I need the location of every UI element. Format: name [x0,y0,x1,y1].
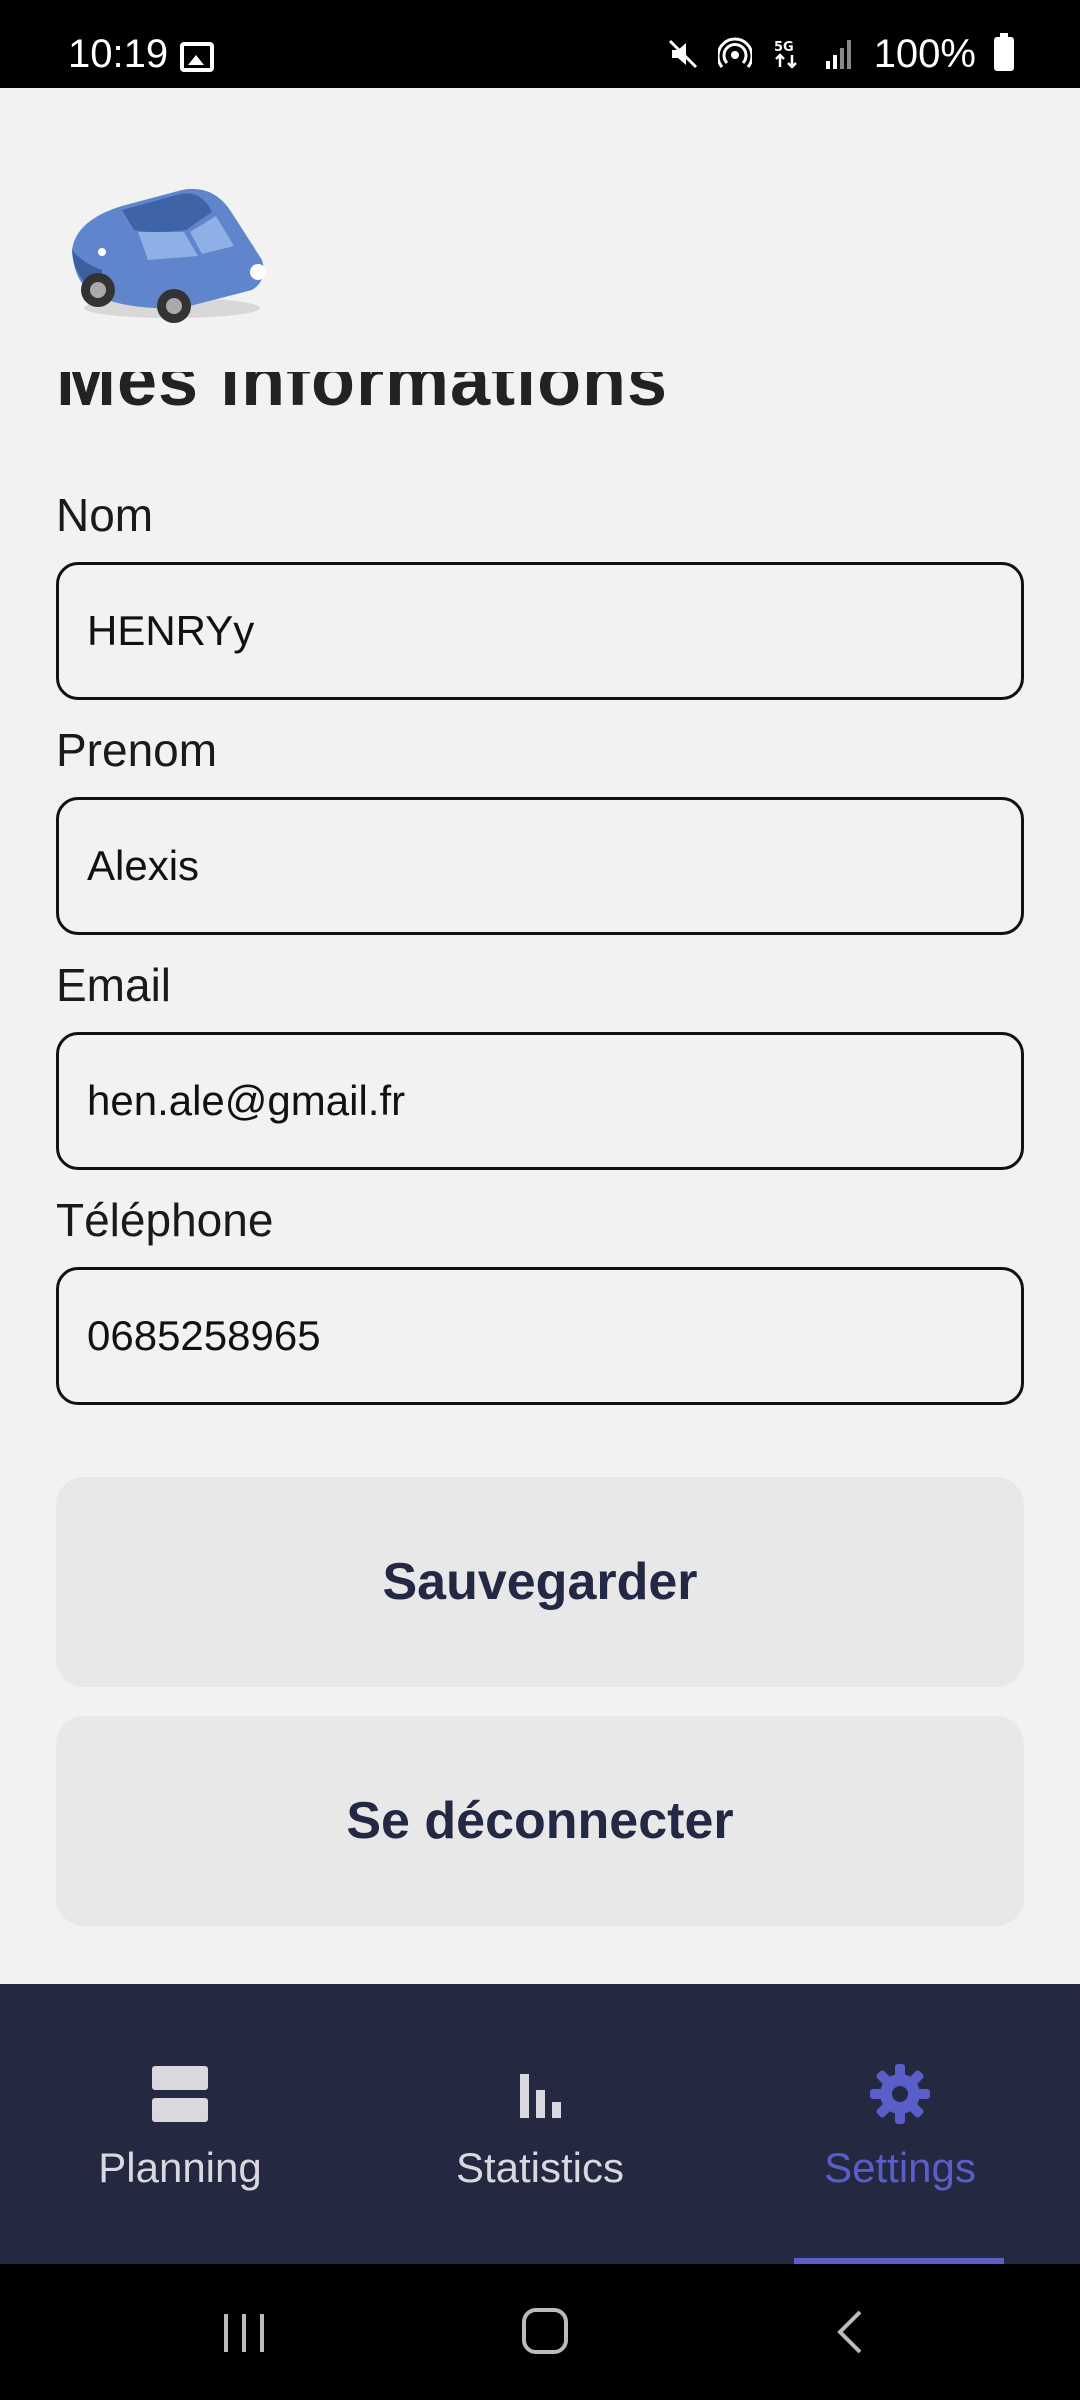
save-button[interactable]: Sauvegarder [56,1477,1024,1687]
email-input[interactable] [56,1032,1024,1170]
status-time: 10:19 [68,32,169,76]
nav-item-settings[interactable]: Settings [720,1984,1080,2264]
nav-label-statistics: Statistics [455,2144,625,2191]
nav-label-planning: Planning [98,2144,262,2191]
back-icon[interactable] [820,2304,880,2360]
battery-percentage: 100% [873,32,976,76]
image-icon [180,42,214,72]
nom-label: Nom [56,489,154,541]
status-bar: 10:19 5G 100% [0,0,1080,88]
prenom-label: Prenom [56,724,218,776]
bottom-navigation: Planning Statistics Settings [0,1984,1080,2264]
page-title-text: Mes informations [56,372,668,408]
status-icons: 5G 100% [666,32,1014,76]
signal-icon [825,40,851,69]
nom-input[interactable] [56,562,1024,700]
nav-item-planning[interactable]: Planning [0,1984,360,2264]
prenom-input[interactable] [56,797,1024,935]
telephone-label: Téléphone [56,1194,274,1246]
home-icon[interactable] [516,2304,576,2360]
gear-icon [870,2064,930,2124]
telephone-input[interactable] [56,1267,1024,1405]
svg-text:5G: 5G [774,40,794,55]
page-title: Mes informations [56,372,956,408]
planning-icon [152,2066,208,2122]
hotspot-icon [717,37,752,68]
car-logo [72,188,266,323]
recent-apps-icon[interactable] [214,2304,274,2360]
5g-icon: 5G [774,40,797,69]
bar-chart-icon [520,2074,561,2118]
battery-icon [994,33,1014,71]
logout-button[interactable]: Se déconnecter [56,1716,1024,1926]
nav-item-statistics[interactable]: Statistics [360,1984,720,2264]
email-label: Email [56,959,172,1011]
nav-label-settings: Settings [824,2144,976,2191]
mute-icon [668,39,697,69]
system-navigation-bar [0,2264,1080,2400]
